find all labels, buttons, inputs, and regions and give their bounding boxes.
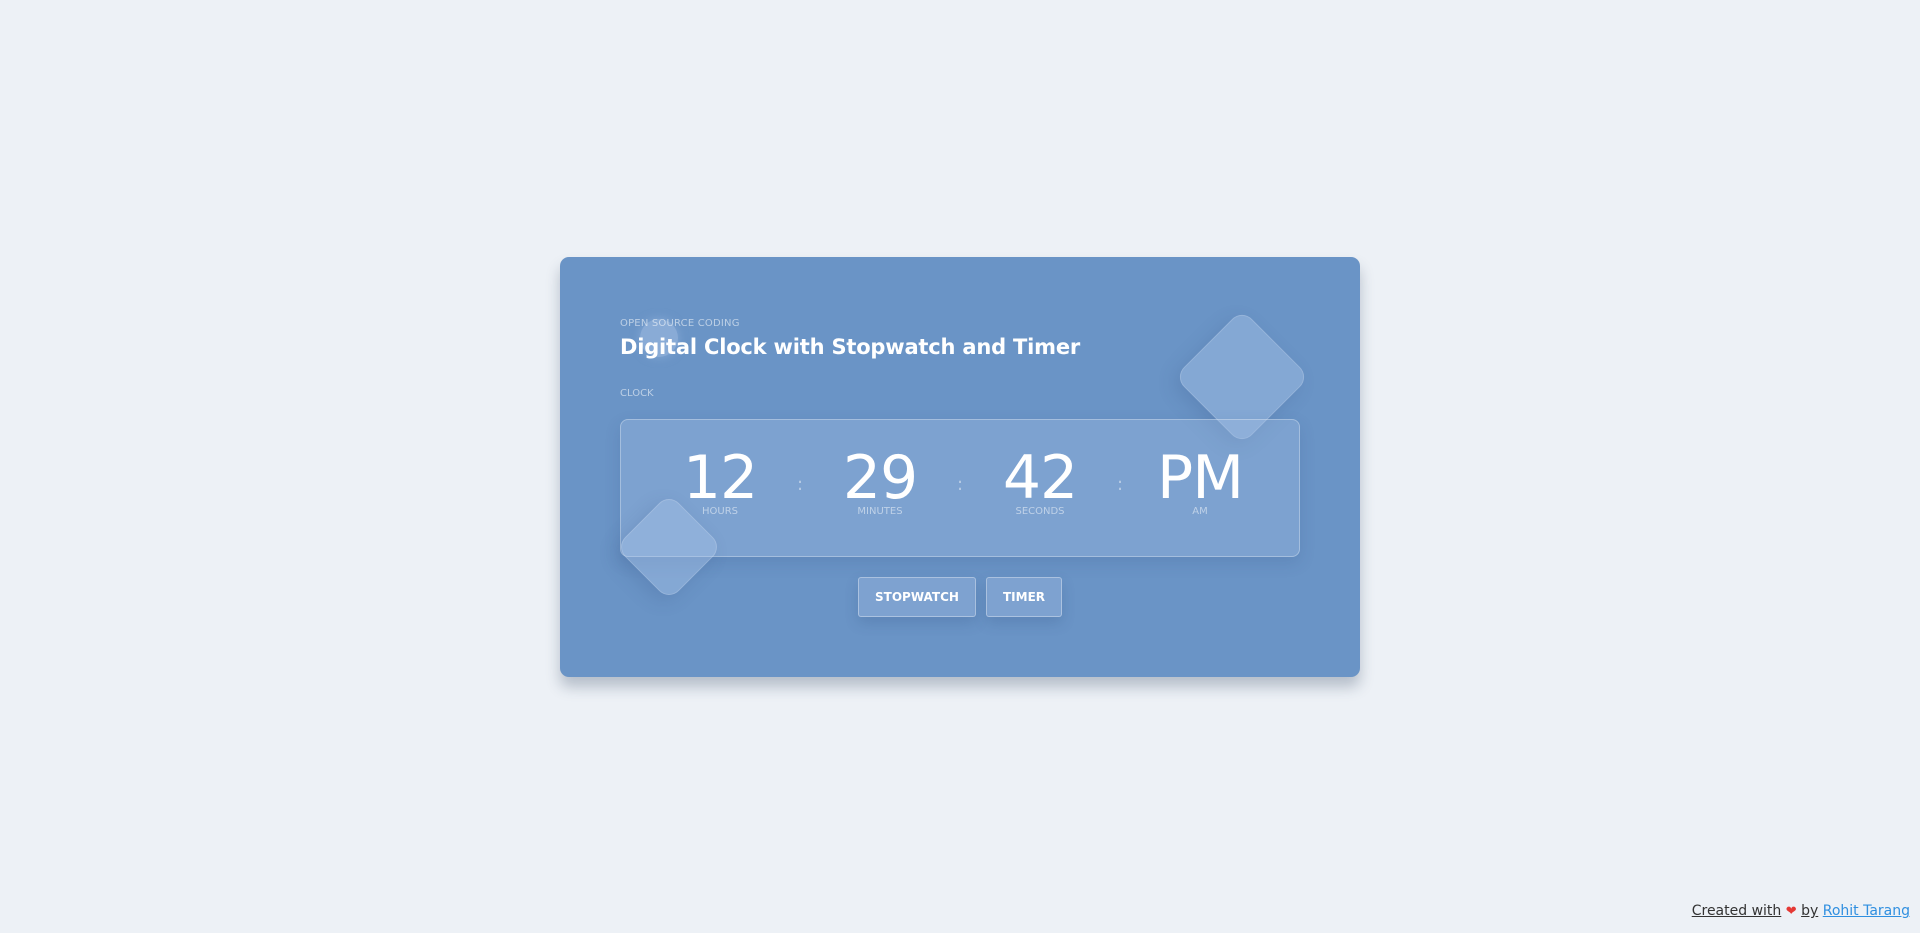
period-value: PM xyxy=(1157,443,1244,513)
footer-credit: Created with ❤ by Rohit Tarang xyxy=(1692,903,1910,919)
seconds-label: SECONDS xyxy=(1015,506,1065,517)
separator: : xyxy=(956,474,964,495)
period-label: AM xyxy=(1192,506,1208,517)
hours-label: HOURS xyxy=(701,506,738,517)
clock-section-label: CLOCK xyxy=(620,388,654,399)
heart-icon: ❤ xyxy=(1785,904,1797,919)
period-unit: PM AM xyxy=(1130,446,1270,517)
minutes-unit: 29 MINUTES xyxy=(810,446,950,517)
hours-unit: 12 HOURS xyxy=(650,446,790,517)
minutes-label: MINUTES xyxy=(857,506,903,517)
separator: : xyxy=(1116,474,1124,495)
page-title: Digital Clock with Stopwatch and Timer xyxy=(620,335,1081,359)
timer-button[interactable]: TIMER xyxy=(986,577,1062,617)
separator: : xyxy=(796,474,804,495)
footer-created-with: Created with xyxy=(1691,903,1782,919)
footer-by: by xyxy=(1801,903,1819,919)
stopwatch-button[interactable]: STOPWATCH xyxy=(858,577,976,617)
minutes-value: 29 xyxy=(842,443,918,513)
author-link[interactable]: Rohit Tarang xyxy=(1823,903,1910,919)
seconds-value: 42 xyxy=(1002,443,1078,513)
eyebrow-text: OPEN SOURCE CODING xyxy=(620,318,740,329)
hours-value: 12 xyxy=(682,443,758,513)
seconds-unit: 42 SECONDS xyxy=(970,446,1110,517)
